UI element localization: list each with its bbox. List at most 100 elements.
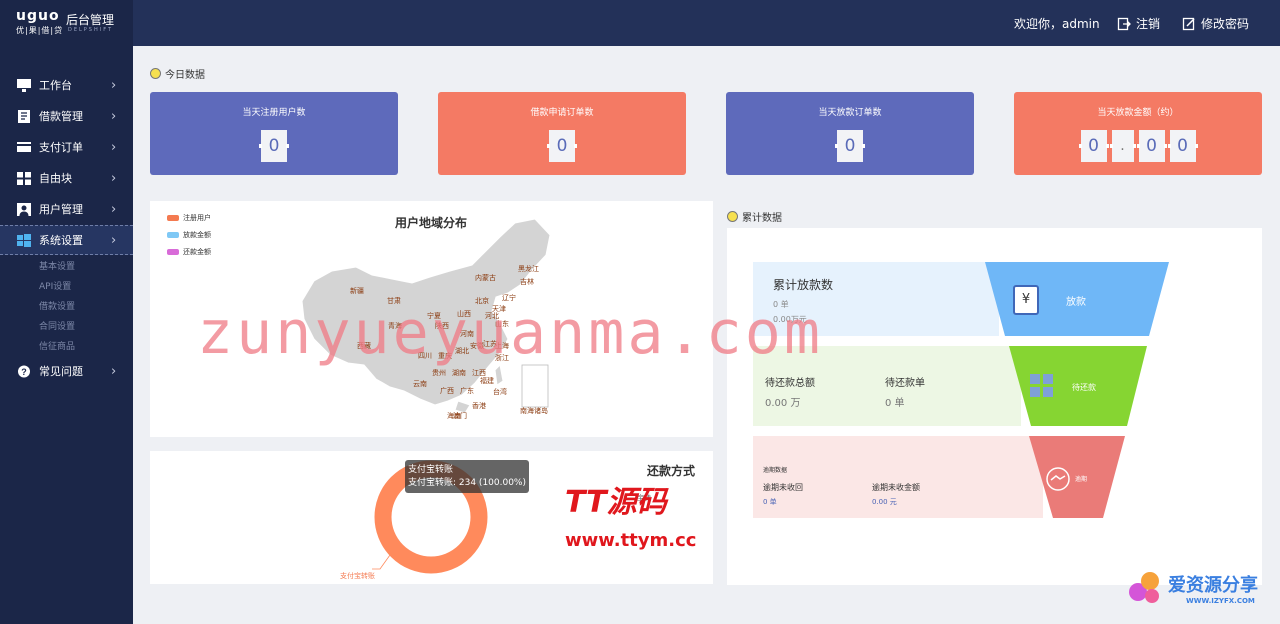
repay-total-label: 待还款总额 — [765, 378, 815, 389]
legend-label: 放款金额 — [183, 231, 211, 239]
repay-funnel-label: 待还款 — [1072, 383, 1096, 392]
digit-separator: . — [1109, 130, 1136, 162]
user-icon — [17, 202, 31, 216]
edit-icon — [1182, 17, 1195, 30]
today-section-title: 今日数据 — [150, 66, 205, 81]
watermark-izy-logo: 爱资源分享 — [1168, 575, 1258, 596]
overdue-amount-value: 0.00 元 — [872, 498, 897, 506]
tooltip-title: 支付宝转账 — [408, 465, 454, 475]
sidebar-item-label: 自由块 — [39, 172, 72, 185]
overdue-funnel-label: 逾期 — [1075, 476, 1088, 483]
sidebar-subitem-contract[interactable]: 合同设置 — [39, 319, 75, 332]
legend-item-repaid[interactable]: 还款金额 — [167, 247, 211, 257]
chevron-right-icon: › — [111, 232, 117, 248]
dot-icon — [150, 68, 161, 79]
overdue-uncollected-value: 0 单 — [763, 498, 777, 506]
sidebar-item-label: 工作台 — [39, 79, 72, 92]
sidebar-item-label: 常见问题 — [39, 365, 83, 378]
legend-item-disbursed[interactable]: 放款金额 — [167, 230, 211, 240]
loan-funnel-label: 放款 — [1066, 297, 1086, 308]
province-label: 广东 — [460, 387, 474, 395]
chevron-right-icon: › — [111, 139, 117, 155]
dot-icon — [727, 211, 738, 222]
digit: 0 — [1136, 130, 1167, 162]
province-label: 台湾 — [493, 388, 507, 396]
watermark-tt-url: www.ttym.cc — [565, 530, 697, 551]
monitor-icon — [17, 78, 31, 92]
pie-slice-label: 支付宝转账 — [340, 572, 375, 580]
watermark-text: zunyueyuanma.com — [197, 298, 823, 368]
province-label: 香港 — [472, 402, 486, 410]
repay-orders-value: 0 单 — [885, 398, 905, 409]
cumulative-section-title: 累计数据 — [727, 209, 782, 224]
province-label: 新疆 — [350, 287, 364, 295]
overdue-title: 逾期数据 — [763, 467, 788, 474]
change-password-label: 修改密码 — [1201, 17, 1250, 31]
welcome-label: 欢迎你，admin — [1014, 17, 1100, 31]
legend-swatch — [167, 249, 179, 255]
logout-button[interactable]: 注销 — [1117, 15, 1160, 32]
sidebar-subitem-api[interactable]: API设置 — [39, 279, 71, 292]
province-label: 云南 — [413, 380, 427, 388]
stat-card-title: 当天放款订单数 — [818, 108, 882, 118]
svg-text:?: ? — [21, 367, 27, 377]
legend-item-registered[interactable]: 注册用户 — [167, 213, 211, 223]
stat-card-digits: 0 — [438, 130, 686, 162]
chevron-right-icon: › — [111, 363, 117, 379]
sidebar-item-label: 支付订单 — [39, 141, 83, 154]
yuan-document-icon: ¥ — [1013, 285, 1039, 315]
chevron-right-icon: › — [111, 108, 117, 124]
stat-card-title: 当天注册用户数 — [242, 108, 306, 118]
sidebar-subitem-loan-settings[interactable]: 借款设置 — [39, 299, 75, 312]
sidebar: 工作台 › 借款管理 › 支付订单 › 自由块 › 用户管理 › 系统设置 › … — [0, 46, 133, 624]
welcome-text: 欢迎你，admin — [1014, 15, 1100, 32]
stat-card-digits: 0 . 0 0 — [1014, 130, 1262, 162]
pie-label-leader-line — [372, 554, 391, 570]
stat-card-title: 借款申请订单数 — [530, 108, 594, 118]
province-label: 福建 — [480, 377, 494, 385]
legend-swatch — [167, 215, 179, 221]
sidebar-item-workbench[interactable]: 工作台 › — [0, 70, 133, 100]
province-label: 南海诸岛 — [520, 407, 548, 415]
stat-card-registrations: 当天注册用户数 0 — [150, 92, 398, 175]
document-icon — [18, 109, 30, 123]
overdue-band — [753, 436, 1043, 518]
logout-label: 注销 — [1136, 17, 1161, 31]
sidebar-item-freeblock[interactable]: 自由块 › — [0, 163, 133, 193]
legend-label: 还款金额 — [183, 248, 211, 256]
cumulative-section-label: 累计数据 — [742, 213, 782, 224]
cumulative-panel: 累计放款数 0 单 0.00万元 ¥ 放款 待还款总额 0.00 万 待还款单 … — [727, 228, 1262, 585]
chevron-right-icon: › — [111, 170, 117, 186]
logo-mark: uguo — [16, 8, 60, 24]
logo-subtext: 优|果|借|贷 — [16, 26, 64, 35]
watermark-tt-logo: TT源码 — [565, 485, 667, 520]
windows-icon — [17, 233, 31, 247]
sidebar-item-settings[interactable]: 系统设置 › — [0, 225, 133, 255]
digit: 0 — [1078, 130, 1109, 162]
brand-logo[interactable]: uguo 优|果|借|贷 后台管理 DELPSHIFT — [0, 0, 133, 46]
tooltip-value: 支付宝转账: 234 (100.00%) — [408, 478, 526, 488]
stat-card-disbursed-amount: 当天放款金额（约） 0 . 0 0 — [1014, 92, 1262, 175]
sidebar-item-loans[interactable]: 借款管理 › — [0, 101, 133, 131]
sidebar-subitem-credit[interactable]: 信征商品 — [39, 339, 75, 352]
card-icon — [17, 141, 31, 152]
sidebar-item-payments[interactable]: 支付订单 › — [0, 132, 133, 162]
change-password-button[interactable]: 修改密码 — [1182, 15, 1249, 32]
overdue-amount-label: 逾期未收金额 — [872, 483, 920, 492]
sidebar-subitem-basic[interactable]: 基本设置 — [39, 259, 75, 272]
sidebar-item-users[interactable]: 用户管理 › — [0, 194, 133, 224]
repay-total-value: 0.00 万 — [765, 398, 801, 409]
repay-orders-label: 待还款单 — [885, 378, 925, 389]
province-label: 广西 — [440, 387, 454, 395]
pie-tooltip: 支付宝转账 支付宝转账: 234 (100.00%) — [405, 460, 529, 493]
chevron-right-icon: › — [111, 201, 117, 217]
today-section-label: 今日数据 — [165, 70, 205, 81]
handshake-icon — [1046, 467, 1070, 491]
stat-card-title: 当天放款金额（约） — [1097, 108, 1179, 118]
top-bar: 欢迎你，admin 注销 修改密码 — [0, 0, 1280, 46]
question-icon: ? — [18, 365, 30, 377]
sidebar-item-label: 借款管理 — [39, 110, 83, 123]
sidebar-item-faq[interactable]: ? 常见问题 › — [0, 356, 133, 386]
sidebar-item-label: 系统设置 — [39, 234, 83, 247]
digit: 0 — [547, 130, 577, 162]
